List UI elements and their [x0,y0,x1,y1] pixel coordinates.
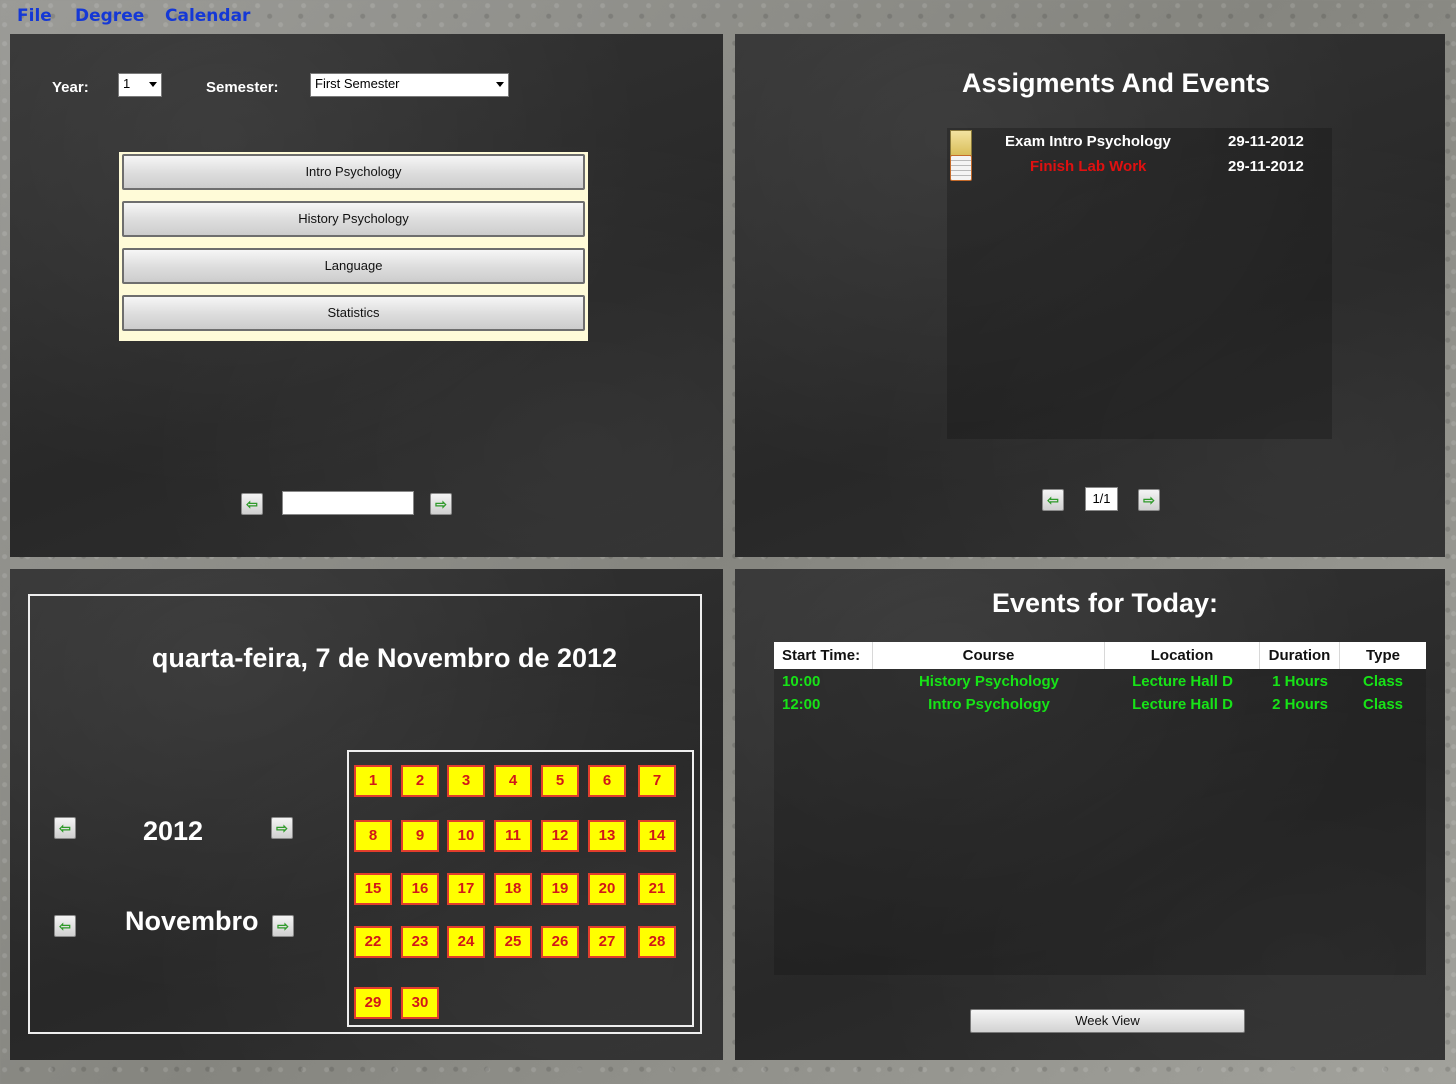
calendar-day[interactable]: 20 [588,873,626,905]
course-button[interactable]: History Psychology [122,201,585,237]
calendar-day[interactable]: 26 [541,926,579,958]
calendar-days-grid: 1 2 3 4 5 6 7 8 9 10 11 12 13 14 15 16 1… [347,750,694,1027]
column-header[interactable]: Course [873,642,1105,669]
calendar-day[interactable]: 16 [401,873,439,905]
calendar-month: Novembro [125,906,259,936]
assignments-prev-button[interactable]: ⇦ [1042,489,1064,511]
calendar-day[interactable]: 12 [541,820,579,852]
calendar-day[interactable]: 24 [447,926,485,958]
year-next-button[interactable]: ⇨ [271,817,293,839]
courses-page-field[interactable] [282,491,414,515]
chevron-down-icon [149,82,157,87]
arrow-right-icon: ⇨ [277,918,289,934]
column-header[interactable]: Start Time: [774,642,873,669]
semester-select-value: First Semester [315,76,400,91]
year-label: Year: [52,79,89,96]
courses-next-button[interactable]: ⇨ [430,493,452,515]
cell-location: Lecture Hall D [1132,696,1233,713]
calendar-day[interactable]: 3 [447,765,485,797]
cell-course: Intro Psychology [928,696,1050,713]
cell-type: Class [1362,673,1404,690]
column-header[interactable]: Location [1105,642,1260,669]
semester-select[interactable]: First Semester [310,73,509,97]
today-title: Events for Today: [991,588,1219,618]
assignment-name: Exam Intro Psychology [1005,133,1171,150]
calendar-day[interactable]: 8 [354,820,392,852]
calendar-day[interactable]: 10 [447,820,485,852]
arrow-left-icon: ⇦ [59,918,71,934]
calendar-day[interactable]: 30 [401,987,439,1019]
calendar-day[interactable]: 22 [354,926,392,958]
assignment-date: 29-11-2012 [1228,133,1304,150]
calendar-day[interactable]: 28 [638,926,676,958]
cell-duration: 2 Hours [1272,696,1328,713]
calendar-day[interactable]: 19 [541,873,579,905]
cell-start-time: 10:00 [782,673,821,690]
assignment-name: Finish Lab Work [1030,158,1147,175]
course-button[interactable]: Language [122,248,585,284]
cell-duration: 1 Hours [1272,673,1328,690]
sticky-note-icon [950,130,972,156]
calendar-day[interactable]: 9 [401,820,439,852]
calendar-day[interactable]: 6 [588,765,626,797]
calendar-day[interactable]: 5 [541,765,579,797]
cell-location: Lecture Hall D [1132,673,1233,690]
checklist-icon [950,155,972,181]
assignment-date: 29-11-2012 [1228,158,1304,175]
calendar-day[interactable]: 29 [354,987,392,1019]
today-table [774,642,1426,975]
course-button[interactable]: Statistics [122,295,585,331]
menu-calendar[interactable]: Calendar [165,6,250,26]
year-prev-button[interactable]: ⇦ [54,817,76,839]
month-next-button[interactable]: ⇨ [272,915,294,937]
semester-label: Semester: [206,79,279,96]
menu-bar: File Degree Calendar [0,0,1456,34]
calendar-year: 2012 [143,816,204,846]
cell-start-time: 12:00 [782,696,821,713]
calendar-day[interactable]: 23 [401,926,439,958]
calendar-day[interactable]: 2 [401,765,439,797]
cell-type: Class [1362,696,1404,713]
chevron-down-icon [496,82,504,87]
arrow-left-icon: ⇦ [1047,492,1059,508]
arrow-right-icon: ⇨ [1143,492,1155,508]
today-table-header: Start Time: Course Location Duration Typ… [774,642,1426,669]
year-select-value: 1 [123,76,131,91]
menu-degree[interactable]: Degree [75,6,144,26]
calendar-day[interactable]: 11 [494,820,532,852]
calendar-day[interactable]: 27 [588,926,626,958]
arrow-right-icon: ⇨ [276,820,288,836]
calendar-day[interactable]: 7 [638,765,676,797]
arrow-left-icon: ⇦ [59,820,71,836]
arrow-right-icon: ⇨ [435,496,447,512]
calendar-day[interactable]: 14 [638,820,676,852]
course-list: Intro Psychology History Psychology Lang… [119,152,588,341]
courses-prev-button[interactable]: ⇦ [241,493,263,515]
course-button[interactable]: Intro Psychology [122,154,585,190]
assignments-next-button[interactable]: ⇨ [1138,489,1160,511]
calendar-day[interactable]: 18 [494,873,532,905]
assignments-title: Assigments And Events [961,68,1271,98]
calendar-day[interactable]: 17 [447,873,485,905]
calendar-day[interactable]: 1 [354,765,392,797]
assignments-page-indicator: 1/1 [1085,487,1118,511]
calendar-day[interactable]: 21 [638,873,676,905]
calendar-day[interactable]: 15 [354,873,392,905]
column-header[interactable]: Duration [1260,642,1340,669]
year-select[interactable]: 1 [118,73,162,97]
calendar-day[interactable]: 25 [494,926,532,958]
arrow-left-icon: ⇦ [246,496,258,512]
calendar-date-title: quarta-feira, 7 de Novembro de 2012 [151,643,618,673]
cell-course: History Psychology [918,673,1060,690]
calendar-day[interactable]: 13 [588,820,626,852]
calendar-day[interactable]: 4 [494,765,532,797]
column-header[interactable]: Type [1340,642,1426,669]
month-prev-button[interactable]: ⇦ [54,915,76,937]
week-view-button[interactable]: Week View [970,1009,1245,1033]
menu-file[interactable]: File [17,6,52,26]
